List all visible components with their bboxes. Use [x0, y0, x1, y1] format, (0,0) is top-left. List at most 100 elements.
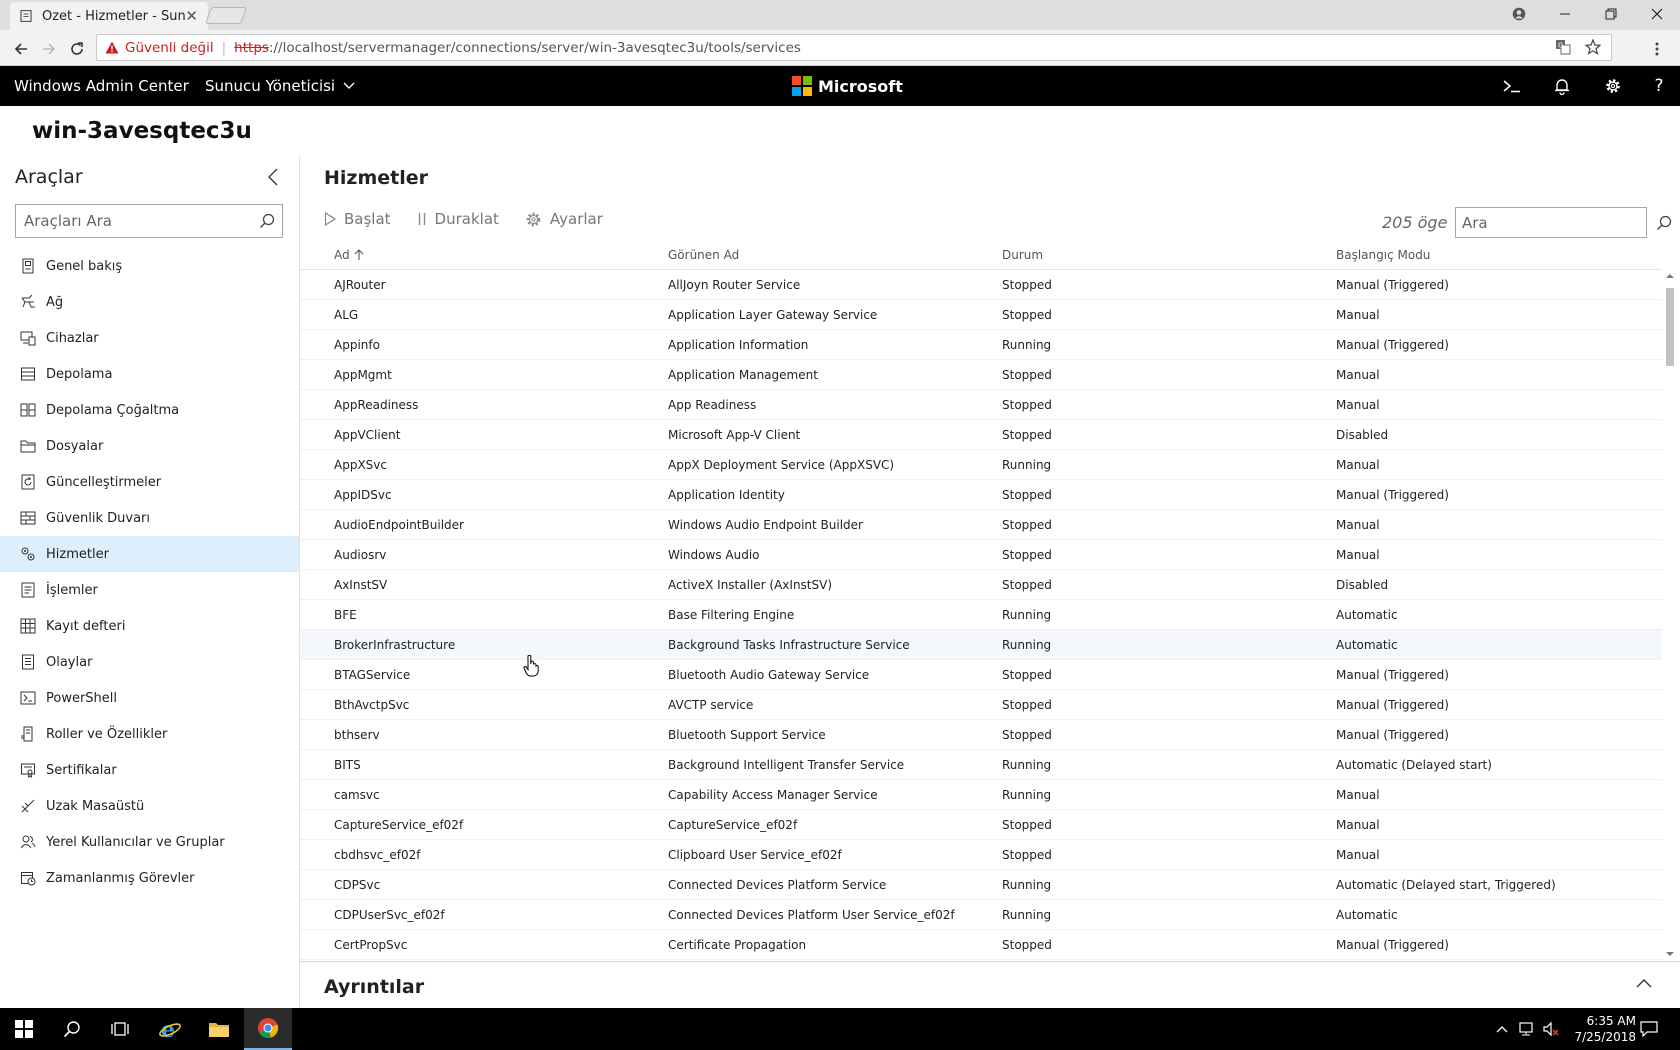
table-row[interactable]: ALG Application Layer Gateway Service Stop…	[300, 300, 1662, 330]
service-name-cell: AppMgmt	[334, 368, 392, 382]
new-tab-button[interactable]	[204, 7, 248, 24]
table-row[interactable]: bthserv Bluetooth Support Service Stopped M…	[300, 720, 1662, 750]
sidebar-item-storage-replica[interactable]: Depolama Çoğaltma	[0, 392, 299, 428]
reload-icon[interactable]	[66, 38, 88, 60]
sidebar-item-processes[interactable]: İşlemler	[0, 572, 299, 608]
network-tray-icon[interactable]	[1518, 1020, 1536, 1038]
services-search-input[interactable]	[1462, 213, 1656, 232]
solution-menu[interactable]: Sunucu Yöneticisi	[205, 77, 355, 95]
settings-gear-icon[interactable]	[1601, 74, 1625, 98]
bookmark-star-icon[interactable]	[1585, 39, 1601, 55]
microsoft-brand: Microsoft	[818, 76, 903, 96]
table-row[interactable]: AJRouter AllJoyn Router Service Stopped Man…	[300, 270, 1662, 300]
sidebar-item-roles-features[interactable]: Roller ve Özellikler	[0, 716, 299, 752]
start-button[interactable]: Başlat	[324, 210, 391, 228]
forward-icon[interactable]	[38, 38, 60, 60]
table-row[interactable]: CDPSvc Connected Devices Platform Service…	[300, 870, 1662, 900]
table-row[interactable]: CertPropSvc Certificate Propagation Stoppe…	[300, 930, 1662, 960]
table-row[interactable]: BrokerInfrastructure Background Tasks Inf…	[300, 630, 1662, 660]
minimize-icon[interactable]	[1542, 0, 1588, 28]
table-row[interactable]: Audiosrv Windows Audio Stopped Manual	[300, 540, 1662, 570]
sidebar-item-network[interactable]: Ağ	[0, 284, 299, 320]
app-title[interactable]: Windows Admin Center	[14, 77, 189, 95]
table-row[interactable]: AppVClient Microsoft App-V Client Stopped D…	[300, 420, 1662, 450]
table-row[interactable]: cbdhsvc_ef02f Clipboard User Service_ef02…	[300, 840, 1662, 870]
address-bar[interactable]: Güvenli değil | https ://localhost/serve…	[96, 34, 1612, 61]
sidebar-item-label: Güvenlik Duvarı	[46, 510, 150, 526]
column-header-startup-mode[interactable]: Başlangıç Modu	[1336, 248, 1430, 262]
table-row[interactable]: AudioEndpointBuilder Windows Audio Endpoi…	[300, 510, 1662, 540]
table-row[interactable]: AppMgmt Application Management Stopped Manu…	[300, 360, 1662, 390]
network-icon	[21, 294, 35, 308]
service-name-cell: AppXSvc	[334, 458, 387, 472]
table-row[interactable]: AppReadiness App Readiness Stopped Manual	[300, 390, 1662, 420]
close-window-icon[interactable]	[1634, 0, 1680, 28]
collapse-sidebar-icon[interactable]	[268, 168, 284, 188]
action-center-icon[interactable]	[1640, 1020, 1658, 1038]
pause-button[interactable]: Duraklat	[417, 210, 499, 228]
help-icon[interactable]: ?	[1647, 74, 1671, 98]
internet-explorer-icon[interactable]: e	[146, 1008, 194, 1050]
sidebar-item-certificates[interactable]: Sertifikalar	[0, 752, 299, 788]
scroll-down-arrow-icon[interactable]	[1664, 950, 1676, 958]
translate-icon[interactable]: G	[1555, 39, 1571, 55]
table-row[interactable]: BFE Base Filtering Engine Running Automatic	[300, 600, 1662, 630]
sidebar-item-events[interactable]: Olaylar	[0, 644, 299, 680]
account-icon[interactable]	[1496, 0, 1542, 28]
tools-search-field[interactable]	[15, 204, 283, 238]
column-header-name[interactable]: Ad	[334, 248, 364, 262]
powershell-prompt-icon[interactable]	[1500, 74, 1524, 98]
table-row[interactable]: BTAGService Bluetooth Audio Gateway Servi…	[300, 660, 1662, 690]
table-row[interactable]: BITS Background Intelligent Transfer Serv…	[300, 750, 1662, 780]
browser-menu-icon[interactable]	[1646, 38, 1668, 60]
table-row[interactable]: AppIDSvc Application Identity Stopped Manua…	[300, 480, 1662, 510]
settings-button[interactable]: Ayarlar	[525, 210, 603, 228]
column-header-status[interactable]: Durum	[1002, 248, 1043, 262]
display-name-cell: Background Intelligent Transfer Service	[668, 758, 905, 772]
table-row[interactable]: CaptureService_ef02f CaptureService_ef02f…	[300, 810, 1662, 840]
sidebar-item-powershell[interactable]: PowerShell	[0, 680, 299, 716]
task-view-icon[interactable]	[96, 1008, 144, 1050]
security-warning[interactable]: Güvenli değil	[105, 40, 214, 56]
display-name-cell: Base Filtering Engine	[668, 608, 795, 622]
file-explorer-icon[interactable]	[195, 1008, 243, 1050]
taskbar-search-icon[interactable]	[48, 1008, 96, 1050]
table-row[interactable]: CDPUserSvc_ef02f Connected Devices Platfo…	[300, 900, 1662, 930]
sidebar-item-storage[interactable]: Depolama	[0, 356, 299, 392]
windows-start-icon[interactable]	[0, 1008, 48, 1050]
tray-overflow-chevron-icon[interactable]	[1493, 1020, 1511, 1038]
tools-search-input[interactable]	[24, 212, 252, 230]
sidebar-item-overview[interactable]: Genel bakış	[0, 248, 299, 284]
column-header-display-name[interactable]: Görünen Ad	[668, 248, 739, 262]
sidebar-item-registry[interactable]: Kayıt defteri	[0, 608, 299, 644]
sidebar-item-local-users-groups[interactable]: Yerel Kullanıcılar ve Gruplar	[0, 824, 299, 860]
notifications-bell-icon[interactable]	[1550, 74, 1574, 98]
chevron-up-icon[interactable]	[1636, 978, 1652, 988]
sidebar-item-devices[interactable]: Cihazlar	[0, 320, 299, 356]
table-row[interactable]: Appinfo Application Information Running Man…	[300, 330, 1662, 360]
table-scrollbar[interactable]	[1664, 270, 1676, 960]
sidebar-item-updates[interactable]: Güncelleştirmeler	[0, 464, 299, 500]
sidebar-item-scheduled-tasks[interactable]: Zamanlanmış Görevler	[0, 860, 299, 896]
sidebar-item-services[interactable]: Hizmetler	[0, 536, 299, 572]
volume-muted-icon[interactable]	[1542, 1020, 1560, 1038]
restore-icon[interactable]	[1588, 0, 1634, 28]
scroll-up-arrow-icon[interactable]	[1664, 272, 1676, 280]
services-search-field[interactable]	[1455, 207, 1672, 238]
sidebar-item-label: Yerel Kullanıcılar ve Gruplar	[46, 834, 225, 850]
sidebar-item-remote-desktop[interactable]: Uzak Masaüstü	[0, 788, 299, 824]
browser-tab[interactable]: Özet - Hizmetler - Sunucu ✕	[10, 2, 208, 30]
taskbar-clock[interactable]: 6:35 AM 7/25/2018	[1566, 1013, 1636, 1045]
chrome-icon[interactable]	[244, 1008, 292, 1050]
scrollbar-thumb[interactable]	[1666, 288, 1674, 366]
tab-close-icon[interactable]: ✕	[185, 7, 198, 25]
search-icon[interactable]	[252, 213, 282, 229]
sidebar-item-files[interactable]: Dosyalar	[0, 428, 299, 464]
search-icon[interactable]	[1656, 215, 1672, 231]
back-icon[interactable]	[10, 38, 32, 60]
table-row[interactable]: AppXSvc AppX Deployment Service (AppXSVC)…	[300, 450, 1662, 480]
table-row[interactable]: camsvc Capability Access Manager Service R…	[300, 780, 1662, 810]
sidebar-item-firewall[interactable]: Güvenlik Duvarı	[0, 500, 299, 536]
table-row[interactable]: BthAvctpSvc AVCTP service Stopped Manual (T…	[300, 690, 1662, 720]
table-row[interactable]: AxInstSV ActiveX Installer (AxInstSV) Stop…	[300, 570, 1662, 600]
